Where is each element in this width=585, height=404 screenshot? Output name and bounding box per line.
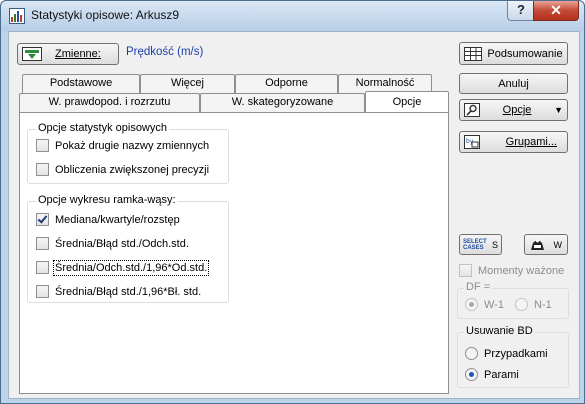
df-group-title: DF = (464, 281, 493, 293)
show-second-names-checkbox[interactable]: Pokaż drugie nazwy zmiennych (36, 139, 209, 152)
cancel-button-label: Anuluj (498, 77, 529, 90)
tab-podstawowe[interactable]: Podstawowe (22, 74, 140, 93)
chevron-down-icon: ▼ (554, 105, 563, 115)
boxplot-options-group: Opcje wykresu ramka-wąsy: Mediana/kwarty… (27, 194, 229, 303)
options-magnifier-icon (464, 103, 480, 117)
checkbox-box[interactable] (36, 139, 49, 152)
radio-label: N-1 (534, 298, 552, 311)
tab-control: Podstawowe Więcej Odporne Normalność W. … (19, 72, 449, 394)
mean-se-sd-checkbox[interactable]: Średnia/Błąd std./Odch.std. (36, 237, 189, 250)
options-panel: Opcje statystyk opisowych Pokaż drugie n… (19, 112, 449, 394)
df-w1-radio[interactable]: W-1 (465, 298, 504, 311)
summary-button[interactable]: Podsumowanie (459, 42, 568, 65)
dialog-client-area: Zmienne: Prędkość (m/s) Podstawowe Więce… (8, 31, 580, 399)
median-quartiles-checkbox[interactable]: Mediana/kwartyle/rozstęp (36, 213, 180, 226)
casewise-radio[interactable]: Przypadkami (465, 347, 548, 360)
checkbox-box[interactable] (36, 163, 49, 176)
boxplot-options-title: Opcje wykresu ramka-wąsy: (36, 194, 178, 206)
checkbox-label: Mediana/kwartyle/rozstęp (55, 213, 180, 226)
radio-label: Parami (484, 368, 519, 381)
tab-wiecej[interactable]: Więcej (140, 74, 235, 93)
checkbox-label: Średnia/Błąd std./1,96*Bł. std. (55, 285, 202, 298)
close-button[interactable]: ✕ (533, 1, 579, 21)
radio-label: Przypadkami (484, 347, 548, 360)
pairwise-radio[interactable]: Parami (465, 368, 519, 381)
df-group: DF = W-1 N-1 (457, 281, 569, 319)
statistics-app-icon (9, 8, 25, 24)
groups-icon: by (464, 135, 480, 149)
select-cases-icon: SELECT CASES (463, 238, 487, 251)
checkbox-label: Pokaż drugie nazwy zmiennych (55, 139, 210, 152)
variables-icon (22, 47, 42, 61)
dialog-window: Statystyki opisowe: Arkusz9 ? ✕ Zmienne:… (0, 0, 585, 404)
checkbox-label: Średnia/Błąd std./Odch.std. (55, 237, 189, 250)
checkbox-box[interactable] (459, 264, 472, 277)
checkbox-label: Średnia/Odch.std./1,96*Od.std. (52, 259, 210, 276)
radio-circle[interactable] (465, 368, 478, 381)
weight-suffix: W (553, 239, 563, 250)
title-bar[interactable]: Statystyki opisowe: Arkusz9 ? ✕ (1, 1, 584, 31)
window-title: Statystyki opisowe: Arkusz9 (31, 8, 180, 22)
tab-odporne[interactable]: Odporne (235, 74, 338, 93)
summary-table-icon (464, 46, 483, 61)
options-button[interactable]: Opcje ▼ (459, 99, 568, 121)
radio-label: W-1 (484, 298, 504, 311)
checkbox-label: Momenty ważone (478, 264, 565, 277)
extended-precision-checkbox[interactable]: Obliczenia zwiększonej precyzji (36, 163, 209, 176)
stats-options-title: Opcje statystyk opisowych (36, 122, 169, 134)
tab-opcje[interactable]: Opcje (365, 91, 449, 112)
groups-button[interactable]: by Grupami... (459, 131, 568, 153)
weight-icon (531, 239, 544, 250)
checkbox-box[interactable] (36, 237, 49, 250)
tab-prawdopodobienstwo[interactable]: W. prawdopod. i rozrzutu (19, 93, 200, 112)
mean-sd-196-checkbox[interactable]: Średnia/Odch.std./1,96*Od.std. (36, 259, 210, 276)
radio-circle[interactable] (465, 298, 478, 311)
variables-value: Prędkość (m/s) (126, 46, 204, 58)
radio-circle[interactable] (465, 347, 478, 360)
cancel-button[interactable]: Anuluj (459, 73, 568, 94)
help-button[interactable]: ? (507, 1, 535, 21)
missing-data-group: Usuwanie BD Przypadkami Parami (457, 325, 569, 388)
checkbox-label: Obliczenia zwiększonej precyzji (55, 163, 210, 176)
variables-button-label: Zmienne: (55, 48, 101, 60)
summary-button-label: Podsumowanie (487, 47, 563, 60)
checkbox-box[interactable] (36, 261, 49, 274)
weighted-moments-checkbox[interactable]: Momenty ważone (459, 264, 564, 277)
stats-options-group: Opcje statystyk opisowych Pokaż drugie n… (27, 122, 229, 184)
select-cases-button[interactable]: SELECT CASES S (459, 234, 502, 255)
checkbox-box[interactable] (36, 285, 49, 298)
select-cases-suffix: S (491, 239, 498, 250)
variables-button[interactable]: Zmienne: (17, 43, 119, 65)
weight-button[interactable]: W (524, 234, 568, 255)
missing-data-title: Usuwanie BD (464, 325, 535, 337)
groups-button-label: Grupami... (505, 136, 557, 148)
mean-se-196-checkbox[interactable]: Średnia/Błąd std./1,96*Bł. std. (36, 285, 201, 298)
checkbox-box[interactable] (36, 213, 49, 226)
options-button-label: Opcje (502, 104, 532, 116)
tab-skategoryzowane[interactable]: W. skategoryzowane (200, 93, 365, 112)
radio-circle[interactable] (515, 298, 528, 311)
df-n1-radio[interactable]: N-1 (515, 298, 552, 311)
